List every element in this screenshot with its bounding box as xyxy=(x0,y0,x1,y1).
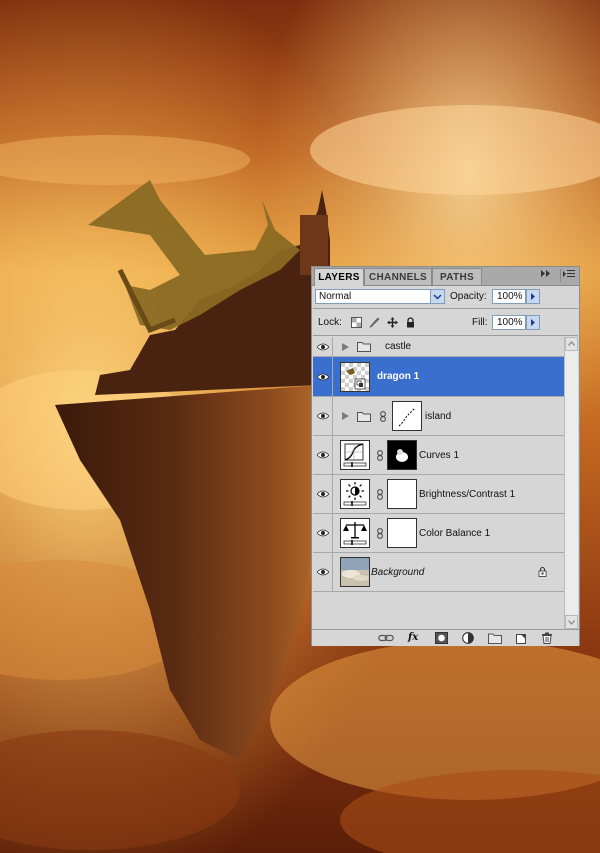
add-mask-icon[interactable] xyxy=(435,632,449,644)
layer-name: Background xyxy=(371,567,425,578)
blend-mode-dropdown[interactable]: Normal xyxy=(315,289,445,304)
layer-mask-thumbnail[interactable] xyxy=(387,440,417,470)
trash-icon[interactable] xyxy=(541,632,555,644)
mask-link-chain-icon[interactable] xyxy=(377,528,383,539)
layer-row-island[interactable]: island xyxy=(313,397,564,436)
layer-name: castle xyxy=(385,341,412,352)
visibility-eye-icon[interactable] xyxy=(313,397,333,435)
mask-link-chain-icon[interactable] xyxy=(377,450,383,461)
tab-layers[interactable]: LAYERS xyxy=(314,268,364,286)
folder-icon xyxy=(357,341,371,352)
layer-name: Curves 1 xyxy=(419,450,460,461)
layers-footer-toolbar: fx xyxy=(312,629,579,646)
visibility-eye-icon[interactable] xyxy=(313,553,333,591)
layer-mask-thumbnail[interactable] xyxy=(392,401,422,431)
blend-mode-value: Normal xyxy=(319,291,352,302)
mask-link-chain-icon[interactable] xyxy=(377,489,383,500)
new-layer-icon[interactable] xyxy=(515,632,529,644)
fill-slider-toggle[interactable] xyxy=(526,315,540,330)
lock-icon xyxy=(538,566,547,577)
layer-list-scrollbar[interactable] xyxy=(564,337,578,629)
layer-name: island xyxy=(425,411,452,422)
lock-position-icon[interactable] xyxy=(387,317,398,328)
folder-icon xyxy=(357,411,371,422)
new-group-icon[interactable] xyxy=(488,632,502,644)
layer-row-color-balance-1[interactable]: Color Balance 1 xyxy=(313,514,564,553)
lock-image-icon[interactable] xyxy=(369,317,380,328)
opacity-slider-toggle[interactable] xyxy=(526,289,540,304)
opacity-label: Opacity: xyxy=(450,291,487,302)
visibility-eye-icon[interactable] xyxy=(313,514,333,552)
layer-row-curves-1[interactable]: Curves 1 xyxy=(313,436,564,475)
adjustment-layer-icon[interactable] xyxy=(462,632,476,644)
fill-label: Fill: xyxy=(472,317,488,328)
layer-thumbnail xyxy=(340,362,370,392)
fill-input[interactable]: 100% xyxy=(492,315,526,330)
layer-row-background[interactable]: Background xyxy=(313,553,564,592)
fx-label: fx xyxy=(408,632,419,643)
divider xyxy=(313,335,578,336)
layer-mask-thumbnail[interactable] xyxy=(387,479,417,509)
layers-panel: LAYERS CHANNELS PATHS Normal Opacity: 10… xyxy=(311,266,580,646)
scroll-up-arrow-icon[interactable] xyxy=(565,337,578,351)
layer-name: Brightness/Contrast 1 xyxy=(419,489,516,500)
panel-menu-icon[interactable] xyxy=(560,269,577,282)
double-right-arrow-icon[interactable] xyxy=(538,269,554,282)
visibility-eye-icon[interactable] xyxy=(313,337,333,356)
lock-transparent-icon[interactable] xyxy=(351,317,362,328)
visibility-eye-icon[interactable] xyxy=(313,357,333,396)
lock-label: Lock: xyxy=(318,317,342,328)
layer-name: Color Balance 1 xyxy=(419,528,491,539)
tab-channels[interactable]: CHANNELS xyxy=(364,268,432,285)
color-balance-scale-icon xyxy=(340,518,370,548)
link-layers-icon[interactable] xyxy=(378,632,394,644)
curves-adjustment-icon xyxy=(340,440,370,470)
brightness-contrast-icon xyxy=(340,479,370,509)
chevron-down-icon xyxy=(430,290,444,303)
panel-tab-bar: LAYERS CHANNELS PATHS xyxy=(312,267,579,286)
layer-name: dragon 1 xyxy=(377,371,420,382)
expand-triangle-icon[interactable] xyxy=(342,412,349,420)
visibility-eye-icon[interactable] xyxy=(313,436,333,474)
tab-paths[interactable]: PATHS xyxy=(432,268,482,285)
opacity-input[interactable]: 100% xyxy=(492,289,526,304)
mask-link-chain-icon[interactable] xyxy=(380,411,386,422)
fx-icon[interactable]: fx xyxy=(408,632,422,644)
lock-all-icon[interactable] xyxy=(405,317,416,328)
layer-mask-thumbnail[interactable] xyxy=(387,518,417,548)
layer-row-dragon-1[interactable]: dragon 1 xyxy=(313,357,564,397)
layer-row-castle[interactable]: castle xyxy=(313,337,564,357)
layer-list: castle dragon 1 island Curves 1 Brightne… xyxy=(313,337,564,629)
visibility-eye-icon[interactable] xyxy=(313,475,333,513)
layer-row-brightness-contrast-1[interactable]: Brightness/Contrast 1 xyxy=(313,475,564,514)
divider xyxy=(313,308,578,309)
background-thumbnail xyxy=(340,557,370,587)
expand-triangle-icon[interactable] xyxy=(342,343,349,351)
scroll-down-arrow-icon[interactable] xyxy=(565,615,578,629)
